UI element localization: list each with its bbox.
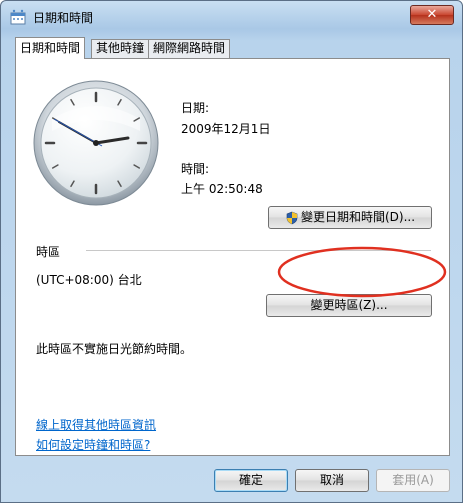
apply-button[interactable]: 套用(A) xyxy=(376,469,450,492)
date-label: 日期: xyxy=(181,101,210,115)
change-date-time-button[interactable]: 變更日期和時間(D)... xyxy=(268,206,432,229)
change-timezone-button[interactable]: 變更時區(Z)... xyxy=(266,294,432,317)
tab-date-time[interactable]: 日期和時間 xyxy=(15,37,86,59)
window-title: 日期和時間 xyxy=(33,11,94,25)
timezone-value: (UTC+08:00) 台北 xyxy=(36,273,142,287)
close-button[interactable]: ✕ xyxy=(410,5,454,25)
tab-additional-clocks[interactable]: 其他時鐘 xyxy=(91,39,150,58)
cancel-button[interactable]: 取消 xyxy=(295,469,369,492)
time-value: 上午 02:50:48 xyxy=(181,182,263,196)
timezone-divider xyxy=(86,250,431,251)
timezone-header: 時區 xyxy=(36,245,61,259)
clock-icon xyxy=(33,80,159,206)
title-bar[interactable]: 日期和時間 ✕ xyxy=(1,1,462,31)
ok-button[interactable]: 確定 xyxy=(214,469,288,492)
dialog-window: 日期和時間 ✕ 日期和時間 其他時鐘 網際網路時間 日期: 2009年12月1日… xyxy=(0,0,463,503)
how-to-set-clock-link[interactable]: 如何設定時鐘和時區? xyxy=(36,436,150,453)
annotation-circle xyxy=(277,246,447,298)
tab-internet-time[interactable]: 網際網路時間 xyxy=(148,39,231,58)
date-time-app-icon xyxy=(10,9,26,25)
close-icon: ✕ xyxy=(426,7,438,22)
date-value: 2009年12月1日 xyxy=(181,122,271,136)
time-label: 時間: xyxy=(181,162,210,176)
dst-note: 此時區不實施日光節約時間。 xyxy=(36,342,193,356)
uac-shield-icon xyxy=(286,211,298,224)
online-timezone-info-link[interactable]: 線上取得其他時區資訊 xyxy=(36,416,156,433)
change-date-time-label: 變更日期和時間(D)... xyxy=(300,210,416,224)
tab-panel: 日期: 2009年12月1日 時間: 上午 02:50:48 變更日期和時間(D… xyxy=(15,58,450,456)
